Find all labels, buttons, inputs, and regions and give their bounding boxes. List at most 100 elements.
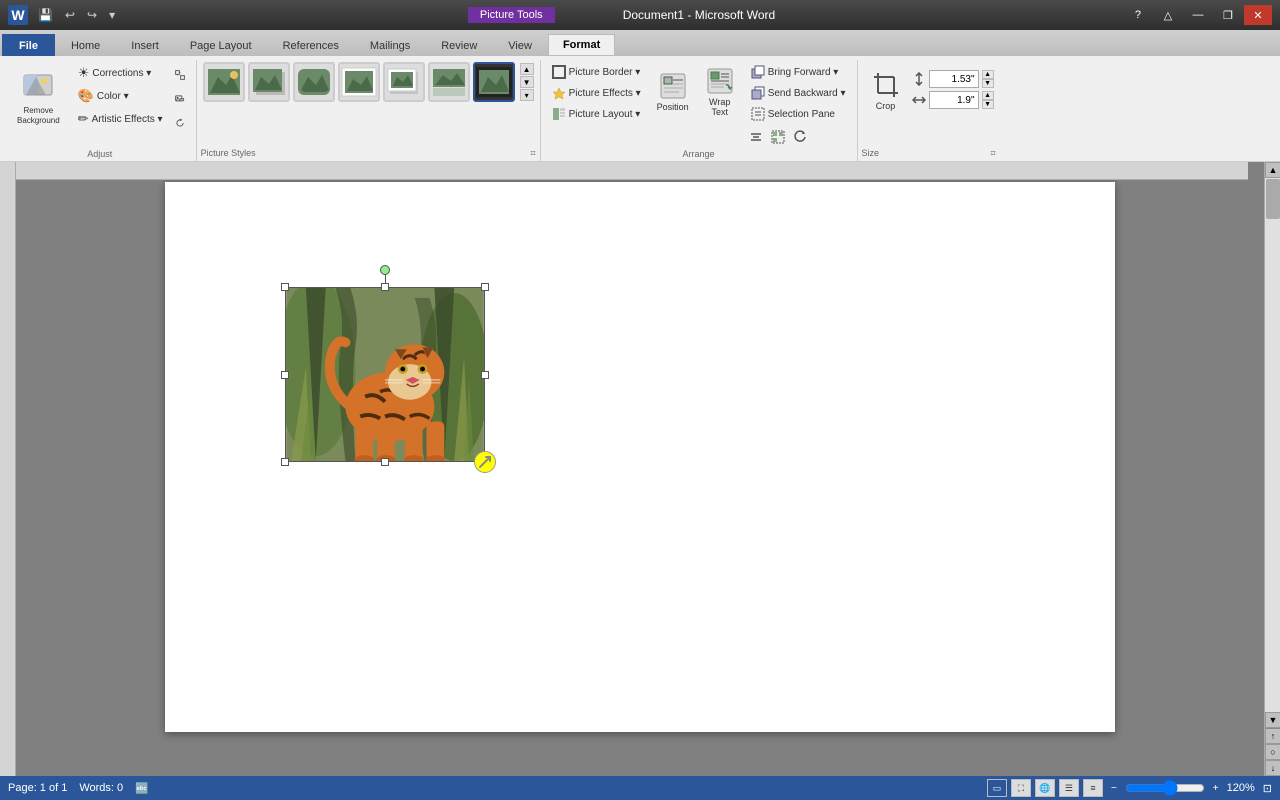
zoom-level: 120% <box>1227 782 1255 794</box>
zoom-in-btn[interactable]: + <box>1213 783 1219 794</box>
tab-format[interactable]: Format <box>548 34 615 56</box>
selection-pane-button[interactable]: Selection Pane <box>746 104 851 124</box>
zoom-out-btn[interactable]: − <box>1111 783 1117 794</box>
width-up-btn[interactable]: ▲ <box>982 91 994 100</box>
draft-view-btn[interactable]: ≡ <box>1083 779 1103 797</box>
scroll-down-btn[interactable]: ▼ <box>1265 712 1280 728</box>
remove-background-button[interactable]: RemoveBackground <box>10 62 67 130</box>
height-up-btn[interactable]: ▲ <box>982 70 994 79</box>
scroll-up-btn[interactable]: ▲ <box>1265 162 1280 178</box>
handle-bottom-center[interactable] <box>381 458 389 466</box>
browse-btn[interactable]: ○ <box>1265 744 1280 760</box>
width-input[interactable] <box>929 91 979 109</box>
style-thumb-2[interactable] <box>248 62 290 102</box>
save-quick-btn[interactable]: 💾 <box>34 6 57 24</box>
width-spinner: ▲ ▼ <box>982 91 994 109</box>
selection-pane-label: Selection Pane <box>768 109 835 120</box>
bring-forward-button[interactable]: Bring Forward ▾ <box>746 62 851 82</box>
tab-review[interactable]: Review <box>426 34 492 56</box>
tiger-image[interactable] <box>285 287 485 462</box>
scroll-track[interactable] <box>1265 178 1280 712</box>
color-icon: 🎨 <box>78 88 94 104</box>
tab-references[interactable]: References <box>268 34 354 56</box>
reset-picture-button[interactable] <box>170 112 190 134</box>
rotate-handle[interactable] <box>380 265 390 275</box>
redo-quick-btn[interactable]: ↪ <box>83 6 101 24</box>
handle-middle-left[interactable] <box>281 371 289 379</box>
style-2-preview <box>251 67 287 97</box>
adjust-label: Adjust <box>4 149 196 159</box>
scroll-thumb[interactable] <box>1266 179 1280 219</box>
change-picture-button[interactable] <box>170 88 190 110</box>
handle-middle-right[interactable] <box>481 371 489 379</box>
position-button[interactable]: Position <box>650 62 696 122</box>
width-down-btn[interactable]: ▼ <box>982 100 994 109</box>
print-layout-view-btn[interactable]: ▭ <box>987 779 1007 797</box>
picture-styles-launcher[interactable]: ⌗ <box>531 148 536 159</box>
style-scroll-down[interactable]: ▼ <box>520 76 534 88</box>
height-input[interactable] <box>929 70 979 88</box>
height-icon <box>912 72 926 86</box>
picture-border-button[interactable]: Picture Border ▾ <box>547 62 646 82</box>
style-thumb-4[interactable] <box>338 62 380 102</box>
tab-mailings[interactable]: Mailings <box>355 34 425 56</box>
zoom-slider[interactable] <box>1125 780 1205 796</box>
picture-layout-button[interactable]: Picture Layout ▾ <box>547 104 646 124</box>
ribbon-collapse-btn[interactable]: △ <box>1154 5 1182 25</box>
color-label: Color ▾ <box>97 91 129 102</box>
corrections-button[interactable]: ☀ Corrections ▾ <box>73 62 168 84</box>
resize-indicator[interactable] <box>474 451 496 473</box>
minimize-btn[interactable]: — <box>1184 5 1212 25</box>
rotate-button[interactable] <box>790 127 810 147</box>
style-thumb-5[interactable] <box>383 62 425 102</box>
compress-icon <box>175 67 185 83</box>
close-btn[interactable]: ✕ <box>1244 5 1272 25</box>
artistic-effects-button[interactable]: ✏ Artistic Effects ▾ <box>73 108 168 130</box>
ribbon: File Home Insert Page Layout References … <box>0 30 1280 162</box>
tab-insert[interactable]: Insert <box>116 34 174 56</box>
wrap-text-button[interactable]: WrapText <box>698 62 742 122</box>
handle-bottom-left[interactable] <box>281 458 289 466</box>
handle-top-right[interactable] <box>481 283 489 291</box>
prev-page-btn[interactable]: ↑ <box>1265 728 1280 744</box>
color-button[interactable]: 🎨 Color ▾ <box>73 85 168 107</box>
full-screen-view-btn[interactable]: ⛶ <box>1011 779 1031 797</box>
outline-view-btn[interactable]: ☰ <box>1059 779 1079 797</box>
style-thumb-1[interactable] <box>203 62 245 102</box>
document-scroll-area[interactable] <box>16 162 1264 776</box>
style-thumb-6[interactable] <box>428 62 470 102</box>
style-thumb-7[interactable] <box>473 62 515 102</box>
picture-effects-button[interactable]: Picture Effects ▾ <box>547 83 646 103</box>
tab-view[interactable]: View <box>493 34 547 56</box>
handle-top-center[interactable] <box>381 283 389 291</box>
undo-quick-btn[interactable]: ↩ <box>61 6 79 24</box>
picture-tools-label: Picture Tools <box>468 7 555 23</box>
group-button[interactable] <box>768 127 788 147</box>
next-page-btn[interactable]: ↓ <box>1265 760 1280 776</box>
picture-styles-label: Picture Styles ⌗ <box>197 148 540 159</box>
customize-quick-btn[interactable]: ▾ <box>105 6 119 24</box>
style-scroll-more[interactable]: ▾ <box>520 89 534 101</box>
tab-home[interactable]: Home <box>56 34 115 56</box>
tab-page-layout[interactable]: Page Layout <box>175 34 267 56</box>
status-bar-right: ▭ ⛶ 🌐 ☰ ≡ − + 120% ⊡ <box>987 779 1272 797</box>
help-btn[interactable]: ? <box>1124 5 1152 25</box>
align-button[interactable] <box>746 127 766 147</box>
selected-image-container[interactable] <box>285 287 485 462</box>
send-backward-button[interactable]: Send Backward ▾ <box>746 83 851 103</box>
size-launcher[interactable]: ⌗ <box>990 148 995 159</box>
style-scroll-up[interactable]: ▲ <box>520 63 534 75</box>
bring-forward-icon <box>751 65 765 79</box>
vertical-scrollbar[interactable]: ▲ ▼ ↑ ○ ↓ <box>1264 162 1280 776</box>
crop-button[interactable]: Crop <box>864 62 908 116</box>
maximize-btn[interactable]: ❐ <box>1214 5 1242 25</box>
style-thumb-3[interactable] <box>293 62 335 102</box>
height-down-btn[interactable]: ▼ <box>982 79 994 88</box>
picture-effects-icon <box>552 86 566 100</box>
title-bar: W 💾 ↩ ↪ ▾ Picture Tools Document1 - Micr… <box>0 0 1280 30</box>
fit-page-btn[interactable]: ⊡ <box>1263 782 1272 795</box>
tab-file[interactable]: File <box>2 34 55 56</box>
compress-pictures-button[interactable] <box>170 64 190 86</box>
handle-top-left[interactable] <box>281 283 289 291</box>
web-layout-view-btn[interactable]: 🌐 <box>1035 779 1055 797</box>
